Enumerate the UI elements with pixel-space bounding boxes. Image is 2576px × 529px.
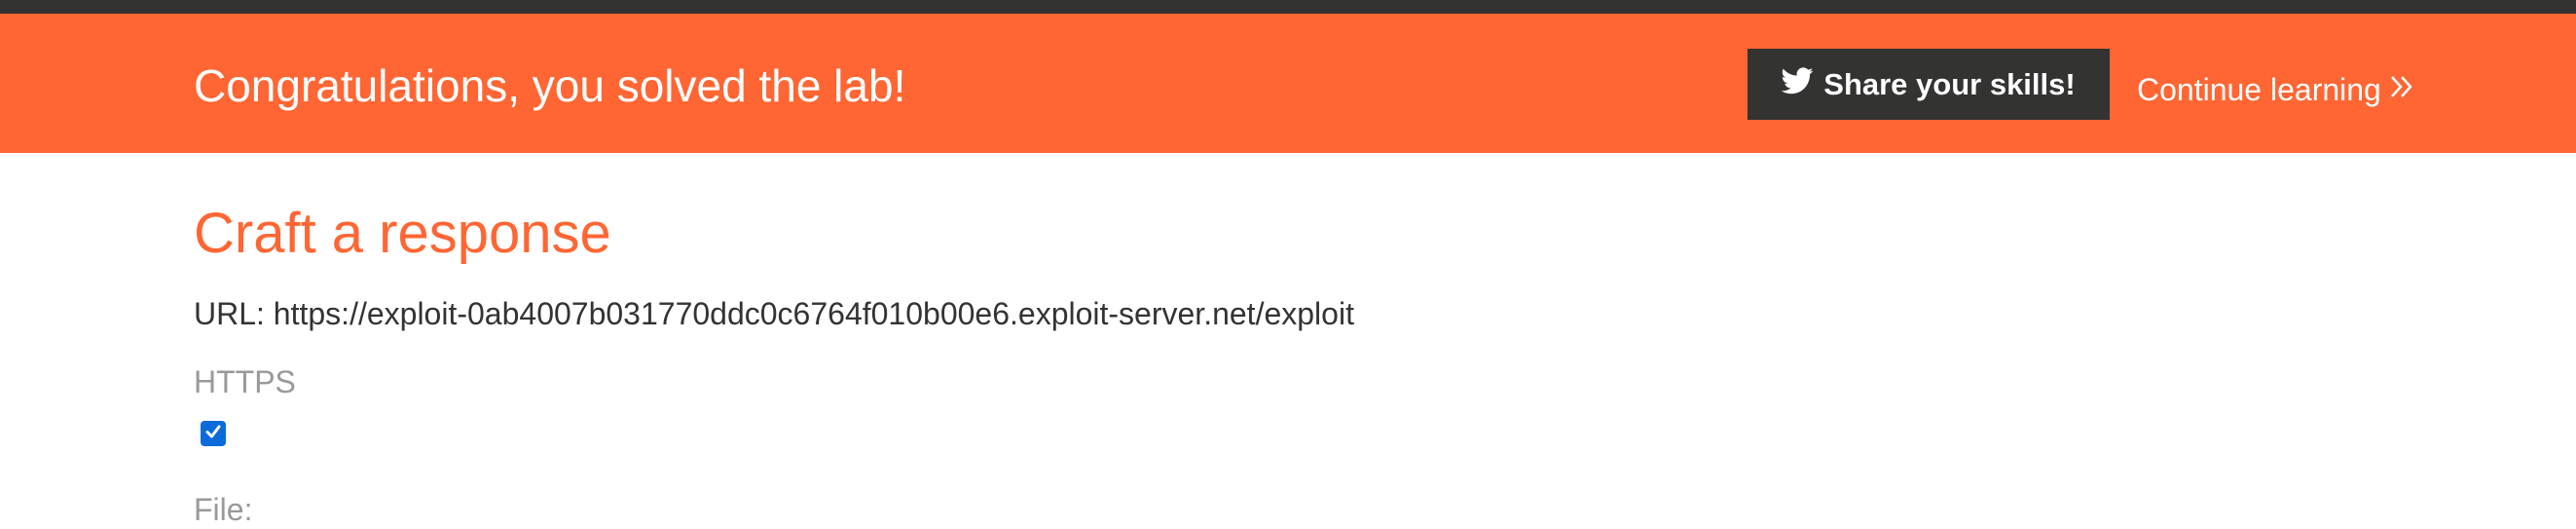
- continue-learning-label: Continue learning: [2137, 72, 2381, 107]
- https-checkbox[interactable]: [201, 421, 226, 446]
- double-chevron-right-icon: [2381, 72, 2414, 107]
- solved-banner: Congratulations, you solved the lab! Sha…: [0, 14, 2576, 153]
- continue-learning-link[interactable]: Continue learning: [2137, 72, 2414, 107]
- file-label: File:: [194, 492, 253, 527]
- share-skills-button[interactable]: Share your skills!: [1748, 49, 2110, 120]
- top-strip: [0, 0, 2576, 14]
- share-skills-label: Share your skills!: [1823, 66, 2076, 101]
- https-label: HTTPS: [194, 364, 296, 399]
- checkmark-icon: [203, 422, 223, 446]
- twitter-icon: [1781, 66, 1823, 102]
- banner-title: Congratulations, you solved the lab!: [194, 60, 906, 111]
- page-title: Craft a response: [194, 202, 611, 265]
- exploit-url: URL: https://exploit-0ab4007b031770ddc0c…: [194, 296, 1354, 331]
